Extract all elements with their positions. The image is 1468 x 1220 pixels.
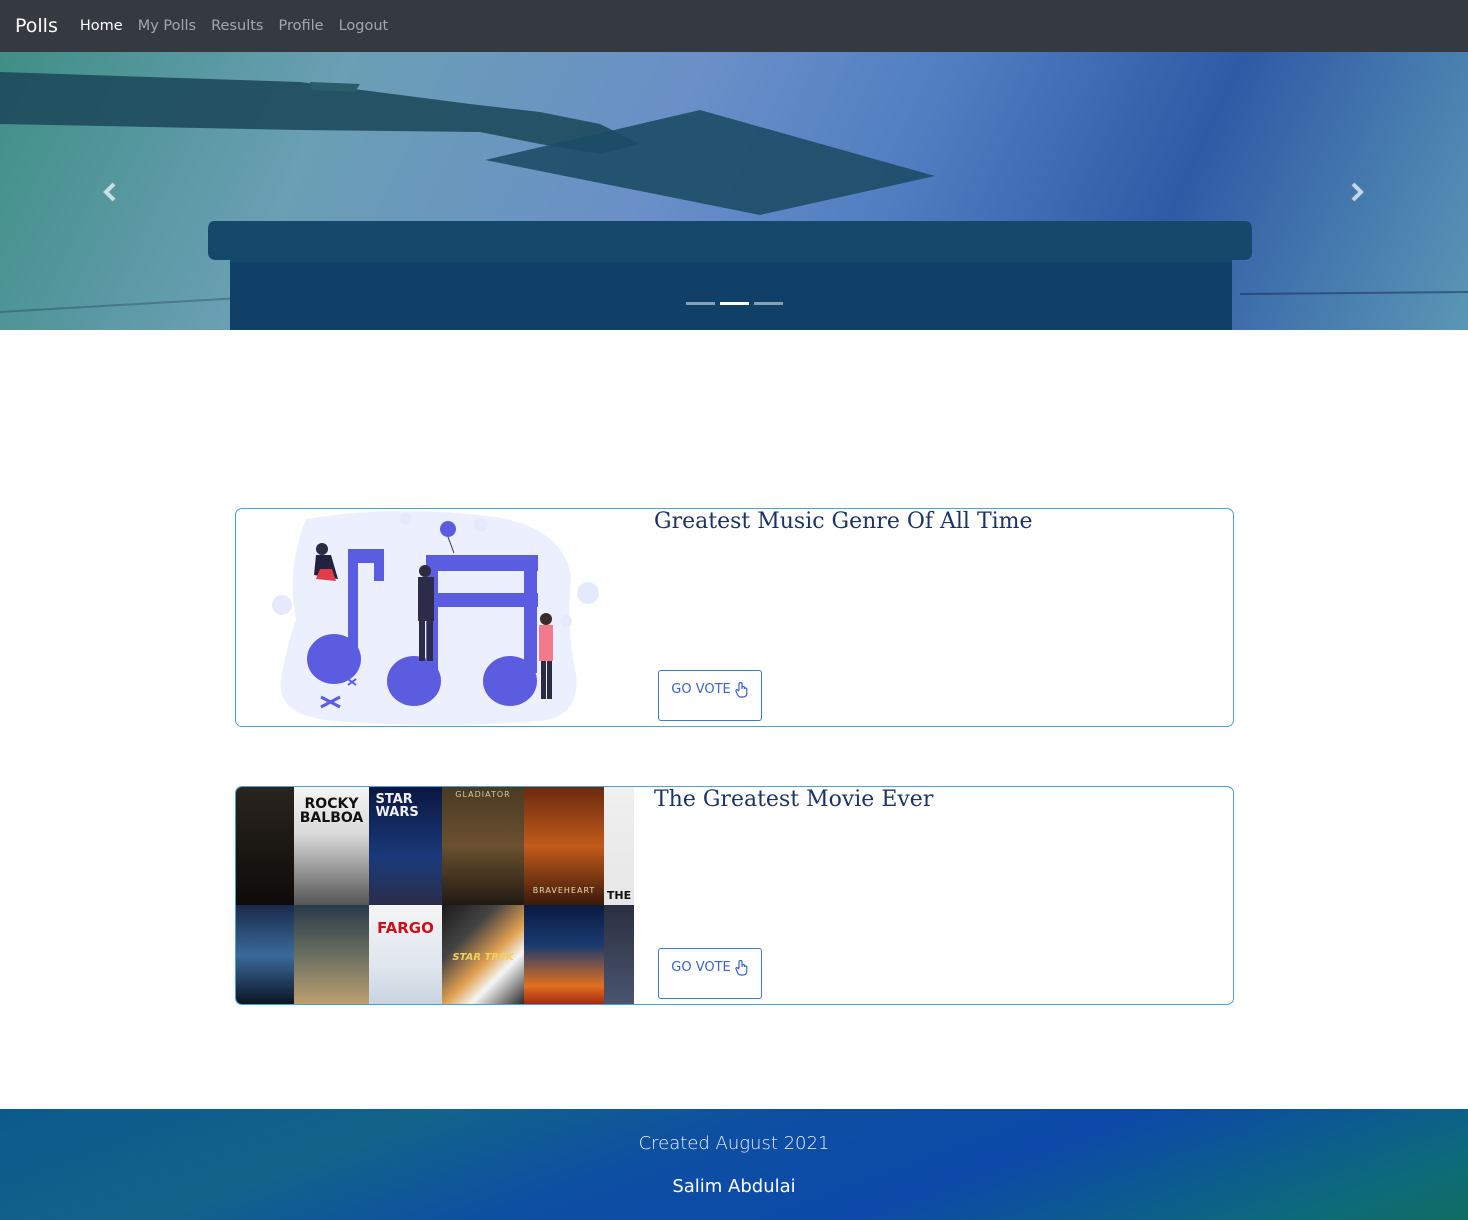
carousel-indicator[interactable]	[720, 302, 749, 305]
go-vote-label: GO VOTE	[671, 960, 731, 975]
poll-title: The Greatest Movie Ever	[654, 787, 934, 812]
poster: STAR TREK	[442, 905, 524, 1004]
poster: THE	[604, 787, 634, 905]
poster	[604, 905, 634, 1004]
footer-created-text: Created August 2021	[638, 1133, 830, 1154]
music-notes-illustration	[272, 510, 599, 725]
poster: GLADIATOR	[442, 787, 524, 905]
go-vote-label: GO VOTE	[671, 682, 731, 697]
poster-title: STAR WARS	[375, 792, 419, 820]
carousel-next-button[interactable]	[1337, 172, 1377, 212]
carousel-indicator[interactable]	[686, 302, 715, 305]
ballot-box-image	[0, 72, 1468, 330]
carousel-indicators	[686, 302, 783, 305]
nav-link-profile[interactable]: Profile	[278, 18, 323, 34]
carousel-prev-button[interactable]	[90, 172, 130, 212]
poster	[236, 905, 294, 1004]
nav-link-results[interactable]: Results	[211, 18, 263, 34]
poster-title: STAR TREK	[452, 952, 514, 963]
movie-posters-collage: ROCKY BALBOA STAR WARS GLADIATOR BRAVEHE…	[236, 787, 634, 1004]
poster-title: BRAVEHEART	[532, 886, 596, 895]
hero-carousel	[0, 52, 1468, 330]
go-vote-button[interactable]: GO VOTE	[658, 948, 762, 999]
poll-card: ROCKY BALBOA STAR WARS GLADIATOR BRAVEHE…	[235, 786, 1234, 1005]
poll-card: Greatest Music Genre Of All Time GO VOTE	[235, 508, 1234, 727]
poll-title: Greatest Music Genre Of All Time	[654, 509, 1033, 534]
footer-author-text: Salim Abdulai	[672, 1176, 796, 1197]
go-vote-button[interactable]: GO VOTE	[658, 670, 762, 721]
nav-link-home[interactable]: Home	[80, 18, 123, 34]
brand-link[interactable]: Polls	[15, 15, 58, 37]
poster	[524, 905, 604, 1004]
chevron-right-icon	[1351, 182, 1364, 202]
poster-title: GLADIATOR	[455, 790, 511, 799]
poster: ROCKY BALBOA	[294, 787, 369, 905]
carousel-indicator[interactable]	[754, 302, 783, 305]
chevron-left-icon	[103, 182, 116, 202]
navbar: Polls Home My Polls Results Profile Logo…	[0, 0, 1468, 52]
nav-link-my-polls[interactable]: My Polls	[138, 18, 196, 34]
poster	[236, 787, 294, 905]
hand-pointer-icon	[735, 960, 748, 976]
poster: FARGO	[369, 905, 442, 1004]
footer: Created August 2021 Salim Abdulai	[0, 1109, 1468, 1220]
poster-title: ROCKY BALBOA	[299, 796, 364, 826]
poster-title: THE	[606, 889, 632, 902]
hand-pointer-icon	[735, 682, 748, 698]
poster	[294, 905, 369, 1004]
poster: STAR WARS	[369, 787, 442, 905]
nav-link-logout[interactable]: Logout	[339, 18, 389, 34]
poster: BRAVEHEART	[524, 787, 604, 905]
poster-title: FARGO	[377, 919, 434, 937]
